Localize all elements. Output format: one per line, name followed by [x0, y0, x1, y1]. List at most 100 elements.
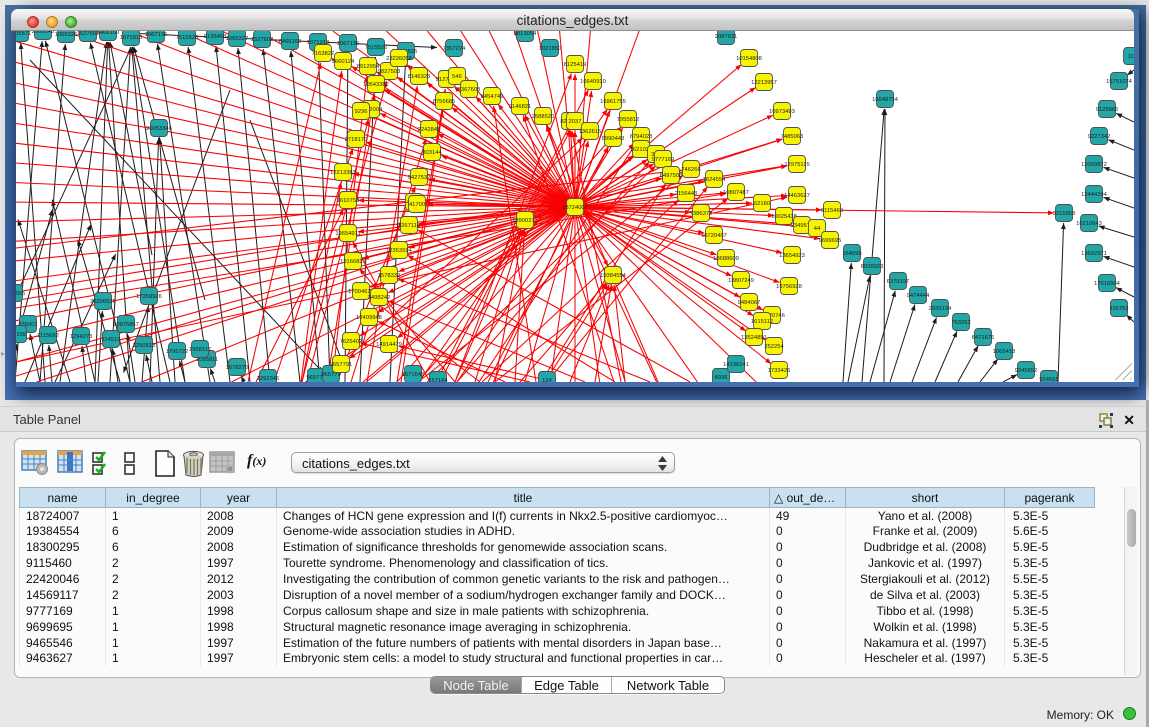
svg-text:15720407: 15720407	[701, 233, 727, 239]
svg-text:2935134: 2935134	[929, 306, 952, 312]
svg-text:14136141: 14136141	[723, 362, 749, 368]
svg-text:44: 44	[814, 226, 821, 232]
svg-text:2156443: 2156443	[675, 191, 698, 197]
svg-text:23900273: 23900273	[512, 218, 538, 224]
svg-text:10975857: 10975857	[113, 322, 139, 328]
svg-text:10973493: 10973493	[769, 109, 795, 115]
svg-text:9115460: 9115460	[821, 208, 843, 214]
svg-text:12975115: 12975115	[784, 162, 809, 168]
svg-text:20053346: 20053346	[146, 126, 172, 132]
svg-text:6466160: 6466160	[97, 31, 120, 36]
svg-text:6379197: 6379197	[887, 279, 910, 285]
svg-text:763262: 763262	[951, 320, 970, 326]
svg-text:3215958: 3215958	[1053, 211, 1076, 217]
svg-text:41700: 41700	[409, 202, 425, 208]
svg-text:1065327: 1065327	[226, 36, 249, 42]
svg-text:7357224: 7357224	[443, 46, 466, 52]
svg-text:1250513: 1250513	[133, 343, 156, 349]
svg-text:9699695: 9699695	[819, 238, 842, 244]
svg-text:1667136: 1667136	[145, 32, 168, 38]
svg-text:1294273: 1294273	[70, 334, 93, 340]
svg-text:1362615: 1362615	[579, 129, 602, 135]
svg-text:10154808: 10154808	[736, 56, 762, 62]
svg-text:14463627: 14463627	[784, 193, 810, 199]
svg-text:9660124: 9660124	[332, 59, 355, 65]
svg-text:2087631: 2087631	[715, 34, 738, 40]
svg-text:16640910: 16640910	[580, 79, 606, 85]
svg-text:9245652: 9245652	[1015, 368, 1038, 374]
svg-text:19756928: 19756928	[776, 284, 802, 290]
svg-text:124: 124	[542, 378, 552, 382]
svg-text:1624554: 1624554	[703, 177, 726, 183]
svg-text:1065326: 1065326	[55, 32, 78, 38]
svg-text:17016504: 17016504	[1094, 281, 1121, 287]
svg-text:1667136: 1667136	[337, 41, 360, 47]
svg-text:14914479: 14914479	[376, 342, 402, 348]
svg-text:16648734: 16648734	[872, 97, 899, 103]
svg-text:16961755: 16961755	[600, 99, 626, 105]
svg-text:7625402: 7625402	[340, 339, 363, 345]
svg-text:62160: 62160	[754, 201, 770, 207]
svg-text:9146821: 9146821	[509, 104, 532, 110]
svg-text:19384554: 19384554	[600, 273, 627, 279]
svg-text:3267110: 3267110	[398, 223, 420, 229]
svg-text:13654923: 13654923	[779, 253, 805, 259]
svg-text:8454749: 8454749	[481, 94, 504, 100]
svg-text:3498242: 3498242	[368, 295, 391, 301]
svg-text:7515526: 7515526	[176, 35, 199, 41]
svg-text:12093872: 12093872	[1081, 162, 1107, 168]
svg-text:157164: 157164	[428, 378, 448, 382]
svg-text:8471676: 8471676	[972, 335, 995, 341]
svg-text:2616005: 2616005	[16, 291, 25, 297]
svg-text:1733426: 1733426	[768, 368, 791, 374]
svg-text:2367608: 2367608	[458, 87, 481, 93]
svg-text:39155: 39155	[16, 332, 26, 338]
svg-text:10543382: 10543382	[363, 82, 389, 88]
svg-text:2588520: 2588520	[532, 114, 555, 120]
svg-text:6497508: 6497508	[660, 173, 683, 179]
svg-text:7955812: 7955812	[617, 117, 640, 123]
svg-text:8990443: 8990443	[602, 136, 625, 142]
svg-text:116753: 116753	[1110, 306, 1129, 312]
svg-text:1527602: 1527602	[251, 37, 274, 43]
svg-text:7163822: 7163822	[312, 51, 335, 57]
svg-text:12409948: 12409948	[356, 315, 382, 321]
svg-text:13524851: 13524851	[741, 335, 767, 341]
svg-text:111: 111	[1128, 54, 1134, 60]
svg-text:252254: 252254	[764, 344, 784, 350]
svg-text:9427532: 9427532	[408, 175, 431, 181]
svg-text:10807487: 10807487	[723, 190, 749, 196]
svg-text:9129966: 9129966	[1096, 107, 1119, 113]
svg-text:3578332: 3578332	[378, 273, 401, 279]
svg-text:546: 546	[452, 74, 462, 80]
svg-text:12444194: 12444194	[1081, 192, 1108, 198]
svg-text:746266: 746266	[681, 167, 700, 173]
svg-text:18807249: 18807249	[728, 278, 754, 284]
svg-text:803144: 803144	[422, 150, 442, 156]
svg-text:2069140: 2069140	[32, 31, 55, 35]
svg-text:15751074: 15751074	[1106, 79, 1133, 85]
svg-text:18724007: 18724007	[562, 205, 588, 211]
svg-text:12213957: 12213957	[751, 80, 777, 86]
svg-text:19166827: 19166827	[340, 259, 366, 265]
svg-text:1921850: 1921850	[539, 46, 562, 52]
svg-text:6794023: 6794023	[630, 134, 653, 140]
svg-text:23226058: 23226058	[386, 56, 412, 62]
svg-text:10025438: 10025438	[771, 214, 797, 220]
svg-text:7515526: 7515526	[365, 45, 388, 51]
svg-text:2037: 2037	[569, 119, 582, 125]
svg-text:1571648: 1571648	[402, 372, 425, 378]
svg-text:9296: 9296	[355, 109, 368, 115]
svg-text:1678275: 1678275	[226, 365, 249, 371]
svg-text:8756685: 8756685	[433, 99, 456, 105]
svg-text:9777169: 9777169	[652, 157, 675, 163]
svg-text:8125419: 8125419	[564, 62, 587, 68]
svg-text:9657791: 9657791	[330, 362, 353, 368]
svg-text:1615112: 1615112	[751, 319, 773, 325]
svg-text:1610753: 1610753	[337, 198, 360, 204]
svg-text:26206526: 26206526	[90, 299, 116, 305]
svg-text:8938923: 8938923	[861, 264, 884, 270]
svg-text:2242845: 2242845	[418, 127, 441, 133]
svg-text:1071913: 1071913	[120, 35, 143, 41]
svg-text:2718170: 2718170	[345, 137, 368, 143]
